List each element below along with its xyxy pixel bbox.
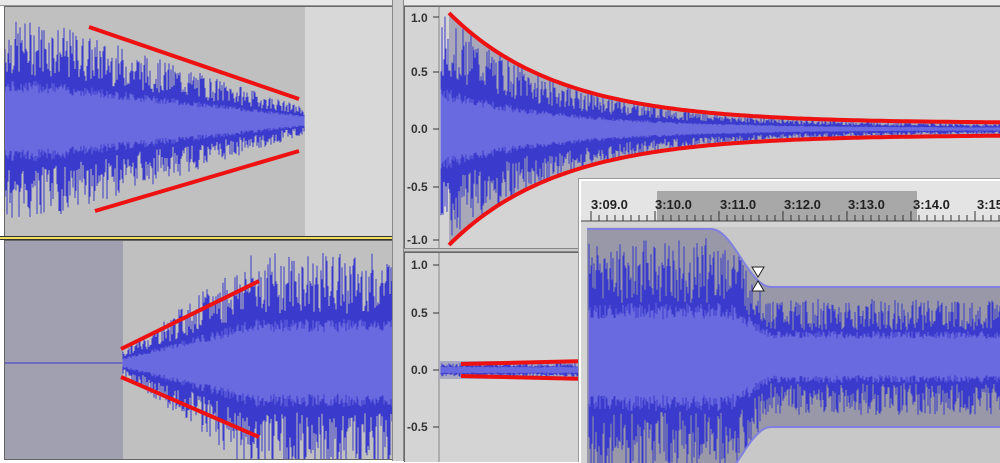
timeline-label-3-15: 3:15 [977,197,1000,212]
audio-editor-composite: 1.0 0.5 0.0 -0.5 -1.0 1.0 0.5 0.0 -0.5 3… [0,0,1000,463]
ruler-label-0: 0.0 [411,122,428,136]
fade-in-svg [5,241,393,459]
fade-in-waveform [122,253,393,459]
timeline-label-3-09: 3:09.0 [591,197,628,212]
timeline-label-3-13: 3:13.0 [848,197,885,212]
ruler-label-minus-0.5: -0.5 [407,180,428,194]
fade-in-track[interactable] [4,240,394,460]
ruler-label-1: 1.0 [411,11,428,25]
ruler-label-0: 0.0 [411,363,428,377]
envelope-tool-track[interactable]: 3:09.0 3:10.0 3:11.0 3:12.0 3:13.0 3:14.… [579,179,1000,463]
timeline-label-3-14: 3:14.0 [913,197,950,212]
ruler-label-minus-0.5: -0.5 [407,420,428,434]
vertical-splitter[interactable] [392,0,404,461]
fade-out-svg [5,7,393,237]
timeline-label-3-11: 3:11.0 [720,197,756,212]
selected-region[interactable] [5,241,123,459]
waveform-rms [440,366,589,374]
envelope-tool-svg: 3:09.0 3:10.0 3:11.0 3:12.0 3:13.0 3:14.… [581,181,1000,463]
ruler-label-0.5: 0.5 [411,65,428,79]
ruler-label-1: 1.0 [411,258,428,272]
fade-out-track[interactable] [4,6,394,238]
empty-region [305,7,393,237]
ruler-label-0.5: 0.5 [411,306,428,320]
timeline-label-3-10: 3:10.0 [655,197,692,212]
timeline-label-3-12: 3:12.0 [784,197,821,212]
ruler-label-minus-1: -1.0 [407,233,428,247]
